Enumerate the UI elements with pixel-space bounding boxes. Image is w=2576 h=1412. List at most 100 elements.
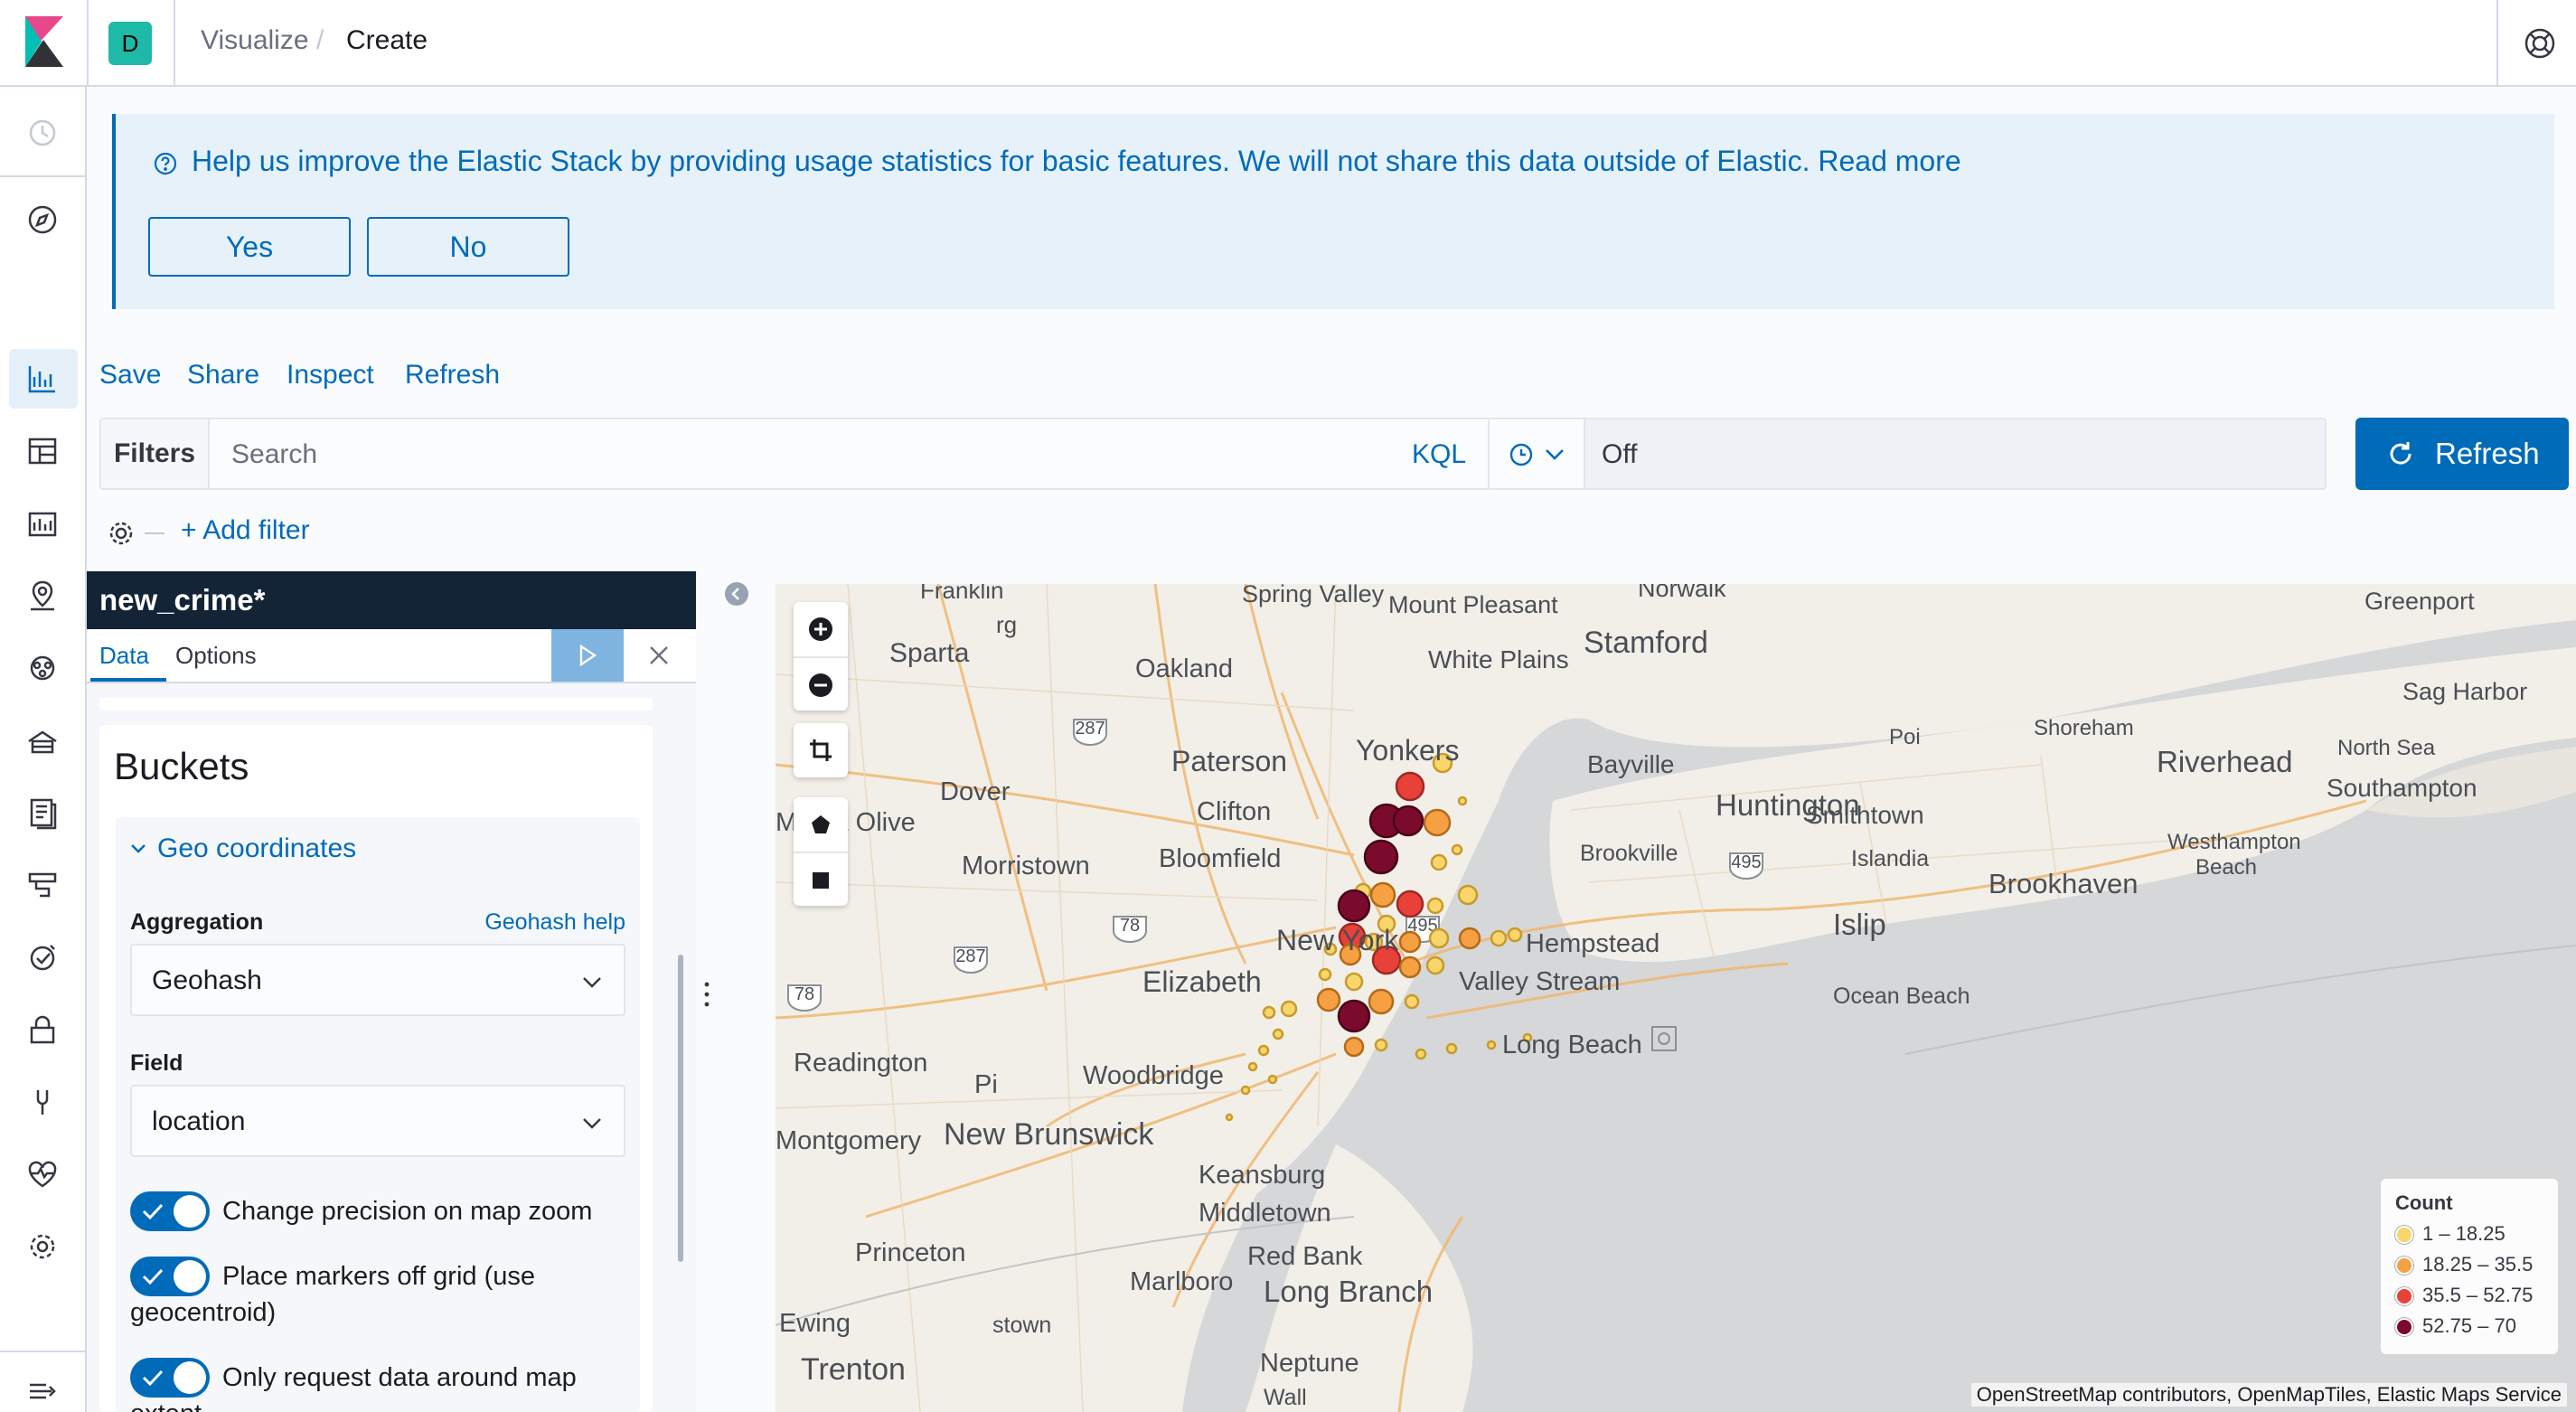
legend-item: 35.5 – 52.75 bbox=[2395, 1280, 2543, 1311]
recently-viewed-icon[interactable] bbox=[24, 114, 61, 152]
space-avatar[interactable]: D bbox=[108, 22, 152, 65]
maps-icon[interactable] bbox=[24, 577, 61, 615]
apm-icon[interactable] bbox=[24, 866, 61, 904]
monitoring-heartbeat-icon[interactable] bbox=[24, 1155, 61, 1193]
telemetry-yes-button[interactable]: Yes bbox=[148, 217, 351, 277]
geo-coordinates-accordion: Geo coordinates Aggregation Geohash help… bbox=[116, 817, 640, 1412]
map-label: Keansburg bbox=[1199, 1161, 1326, 1190]
kql-toggle[interactable]: KQL bbox=[1412, 439, 1466, 470]
legend-item-label: 52.75 – 70 bbox=[2422, 1314, 2516, 1337]
aggregation-select[interactable]: Geohash bbox=[130, 944, 625, 1016]
editor-tabs: Data Options bbox=[87, 629, 696, 683]
legend-item-label: 18.25 – 35.5 bbox=[2422, 1253, 2534, 1276]
visualize-icon[interactable] bbox=[24, 360, 61, 398]
apply-changes-button[interactable] bbox=[551, 629, 624, 682]
sidebar-scrollbar[interactable] bbox=[678, 955, 683, 1262]
legend-color-dot bbox=[2395, 1257, 2413, 1275]
tab-data[interactable]: Data bbox=[99, 642, 149, 670]
search-input[interactable]: Search bbox=[231, 439, 317, 470]
aggregation-label: Aggregation bbox=[130, 909, 264, 935]
legend-color-dot bbox=[2395, 1318, 2413, 1336]
map-label: Marlboro bbox=[1130, 1267, 1234, 1296]
siem-lock-icon[interactable] bbox=[24, 1011, 61, 1049]
geohash-help-link[interactable]: Geohash help bbox=[484, 909, 625, 936]
map-extent-toggle-label: Only request data around map extent bbox=[130, 1363, 577, 1412]
geo-coordinates-toggle[interactable]: Geo coordinates bbox=[157, 833, 356, 864]
add-filter-button[interactable]: + Add filter bbox=[181, 515, 310, 546]
logs-icon[interactable] bbox=[24, 794, 61, 832]
header-divider bbox=[87, 0, 89, 87]
legend-color-dot bbox=[2395, 1226, 2413, 1244]
field-select[interactable]: location bbox=[130, 1085, 625, 1157]
map-label: Neptune bbox=[1260, 1349, 1359, 1378]
discover-compass-icon[interactable] bbox=[24, 201, 61, 239]
map-label: New York bbox=[1276, 924, 1399, 956]
breadcrumb-visualize[interactable]: Visualize bbox=[201, 25, 309, 56]
quick-menu-button[interactable] bbox=[1490, 419, 1585, 488]
map-label: Woodbridge bbox=[1083, 1061, 1224, 1090]
map-label: Stamford bbox=[1584, 626, 1708, 660]
fit-data-bounds-button[interactable] bbox=[794, 723, 848, 777]
geocentroid-toggle-label: Place markers off grid (use geocentroid) bbox=[130, 1262, 535, 1327]
map-label: Dover bbox=[940, 777, 1011, 806]
map-label: stown bbox=[992, 1313, 1052, 1338]
canvas-icon[interactable] bbox=[24, 504, 61, 542]
save-link[interactable]: Save bbox=[99, 360, 161, 391]
kibana-logo-icon[interactable] bbox=[22, 16, 63, 67]
help-lifebuoy-icon[interactable] bbox=[2522, 25, 2558, 61]
discard-close-icon[interactable] bbox=[645, 642, 672, 669]
refresh-interval-value[interactable]: Off bbox=[1602, 439, 1637, 470]
management-gear-icon[interactable] bbox=[24, 1228, 61, 1266]
active-tab-indicator bbox=[90, 678, 166, 682]
collapse-sidebar-icon[interactable] bbox=[723, 580, 750, 607]
query-bar: Filters Search KQL bbox=[99, 418, 1491, 490]
map-label: Brookhaven bbox=[1988, 868, 2139, 899]
zoom-in-button[interactable] bbox=[794, 602, 848, 656]
uptime-icon[interactable] bbox=[24, 938, 61, 976]
map-label: Norwalk bbox=[1638, 584, 1726, 602]
field-label: Field bbox=[130, 1050, 183, 1076]
refresh-link[interactable]: Refresh bbox=[405, 360, 500, 391]
draw-rectangle-button[interactable] bbox=[794, 852, 848, 906]
legend-item-label: 1 – 18.25 bbox=[2422, 1222, 2505, 1245]
map-label: Montgomery bbox=[776, 1126, 922, 1155]
collapse-nav-icon[interactable] bbox=[24, 1372, 61, 1410]
map-shape-controls bbox=[794, 797, 848, 906]
infrastructure-icon[interactable] bbox=[24, 721, 61, 759]
machine-learning-icon[interactable] bbox=[24, 649, 61, 687]
legend-item: 52.75 – 70 bbox=[2395, 1311, 2543, 1341]
share-link[interactable]: Share bbox=[187, 360, 259, 391]
map-label: Islip bbox=[1833, 908, 1886, 941]
zoom-in-icon bbox=[809, 617, 832, 641]
map-label: Greenport bbox=[2364, 588, 2475, 615]
chevron-down-icon bbox=[583, 1118, 601, 1129]
refresh-button[interactable]: Refresh bbox=[2355, 418, 2569, 490]
chevron-down-icon[interactable] bbox=[128, 839, 148, 859]
map-label: Smithtown bbox=[1806, 801, 1924, 829]
zoom-out-icon bbox=[809, 673, 832, 697]
side-nav bbox=[0, 87, 87, 1412]
map-attribution[interactable]: OpenStreetMap contributors, OpenMapTiles… bbox=[1970, 1383, 2567, 1407]
filter-divider bbox=[145, 532, 165, 534]
map-label: Sag Harbor bbox=[2402, 678, 2528, 705]
road-shield-label: 287 bbox=[955, 946, 985, 966]
map-label: North Sea bbox=[2337, 736, 2436, 760]
play-icon bbox=[579, 644, 597, 667]
dashboard-icon[interactable] bbox=[24, 432, 61, 470]
resize-handle-icon[interactable] bbox=[701, 980, 712, 1009]
legend-item-label: 35.5 – 52.75 bbox=[2422, 1284, 2534, 1306]
coordinate-map[interactable]: 287 78 287 78 495 495 Franklin Spring Va… bbox=[776, 584, 2576, 1412]
zoom-out-button[interactable] bbox=[794, 656, 848, 711]
telemetry-no-button[interactable]: No bbox=[367, 217, 569, 277]
aggregation-value: Geohash bbox=[152, 965, 262, 995]
map-label: Paterson bbox=[1171, 745, 1288, 777]
map-label: Shoreham bbox=[2034, 716, 2134, 740]
draw-polygon-button[interactable] bbox=[794, 797, 848, 852]
tab-options[interactable]: Options bbox=[175, 642, 257, 670]
dev-tools-icon[interactable] bbox=[24, 1083, 61, 1121]
filter-settings-gear-icon[interactable] bbox=[105, 517, 137, 550]
map-label: Long Branch bbox=[1264, 1275, 1434, 1308]
road-shield-label: 78 bbox=[1120, 916, 1140, 936]
map-label: Ocean Beach bbox=[1833, 984, 1970, 1009]
inspect-link[interactable]: Inspect bbox=[287, 360, 374, 391]
